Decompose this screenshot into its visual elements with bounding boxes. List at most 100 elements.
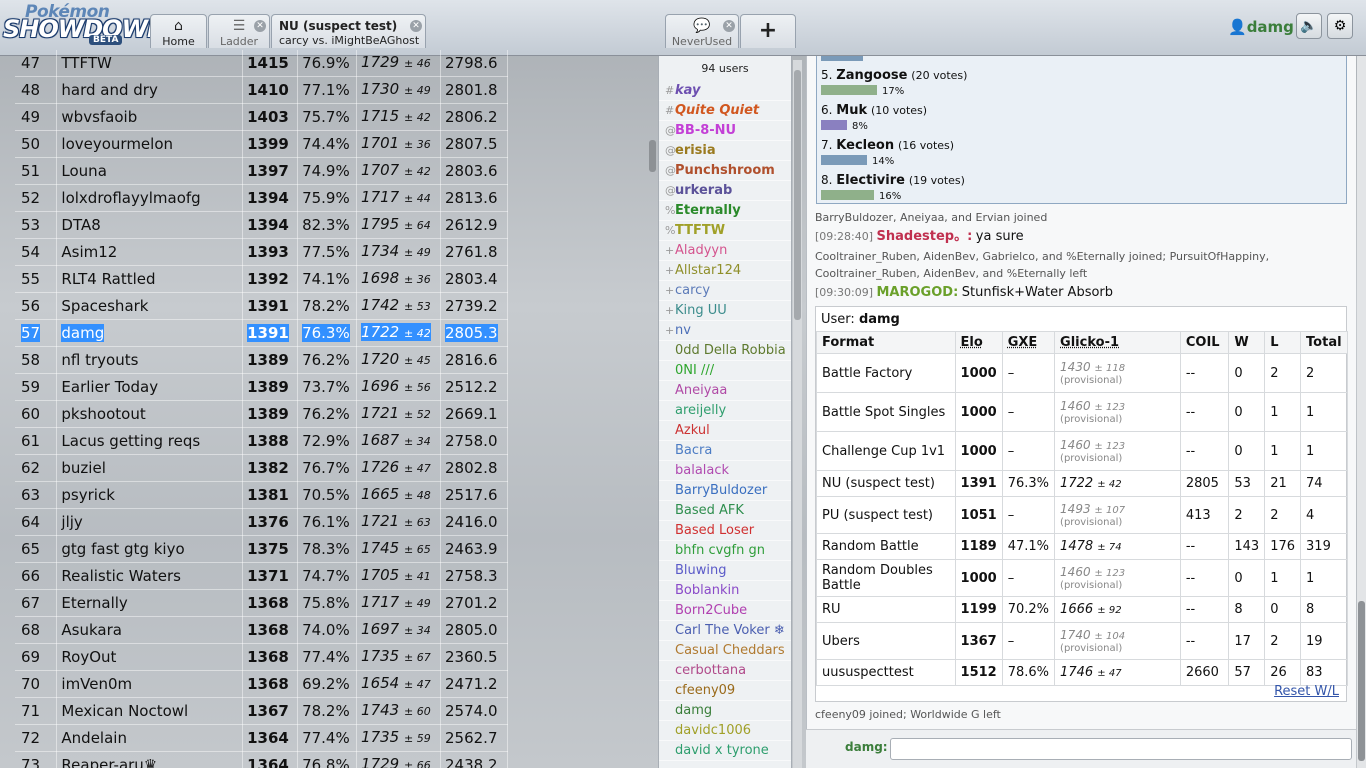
sound-button[interactable]: 🔈: [1296, 13, 1322, 39]
ladder-row[interactable]: 64 jljy 1376 76.1% 1721 ± 63 2416.0: [15, 508, 508, 536]
user-menu[interactable]: 👤damg: [1228, 18, 1294, 36]
userlist-item[interactable]: %TTFTW: [659, 221, 791, 241]
userlist-item[interactable]: davidc1006: [659, 721, 791, 741]
userlist-item[interactable]: areijelly: [659, 401, 791, 421]
glicko-value: 1707: [361, 161, 400, 179]
close-icon[interactable]: ✕: [254, 20, 266, 32]
userlist-item[interactable]: damg: [659, 701, 791, 721]
ladder-row[interactable]: 71 Mexican Noctowl 1367 78.2% 1743 ± 60 2574.…: [15, 697, 508, 725]
ladder-row[interactable]: 70 imVen0m 1368 69.2% 1654 ± 47 2471.2: [15, 670, 508, 698]
ladder-row[interactable]: 57 damg 1391 76.3% 1722 ± 42 2805.3: [15, 319, 508, 347]
userlist-item[interactable]: @BB-8-NU: [659, 121, 791, 141]
ladder-row[interactable]: 63 psyrick 1381 70.5% 1665 ± 48 2517.6: [15, 481, 508, 509]
chat-input[interactable]: [890, 738, 1352, 760]
stats-gxe: 70.2%: [1001, 596, 1056, 623]
tab-neverused[interactable]: 💬 NeverUsed ✕: [665, 14, 739, 48]
userlist-item[interactable]: Casual Cheddars: [659, 641, 791, 661]
close-icon[interactable]: ✕: [410, 20, 422, 32]
userlist-item[interactable]: david x tyrone: [659, 741, 791, 761]
join-notice: BarryBuldozer, Aneiyaa, and Ervian joine…: [815, 211, 1048, 224]
ladder-row[interactable]: 68 Asukara 1368 74.0% 1697 ± 34 2805.0: [15, 616, 508, 644]
ladder-row[interactable]: 65 gtg fast gtg kiyo 1375 78.3% 1745 ± 65 246…: [15, 535, 508, 563]
ladder-row[interactable]: 53 DTA8 1394 82.3% 1795 ± 64 2612.9: [15, 211, 508, 239]
ladder-row[interactable]: 60 pkshootout 1389 76.2% 1721 ± 52 2669.1: [15, 400, 508, 428]
chat-username[interactable]: Shadestep。:: [877, 229, 973, 244]
stats-elo: 1367: [954, 622, 1003, 660]
ladder-row[interactable]: 67 Eternally 1368 75.8% 1717 ± 49 2701.2: [15, 589, 508, 617]
ladder-rank: 53: [15, 211, 58, 239]
userlist-item[interactable]: #Quite Quiet: [659, 101, 791, 121]
ladder-row[interactable]: 62 buziel 1382 76.7% 1726 ± 47 2802.8: [15, 454, 508, 482]
ladder-row[interactable]: 58 nfl tryouts 1389 76.2% 1720 ± 45 2816.6: [15, 346, 508, 374]
userlist-item[interactable]: +Aladyyn: [659, 241, 791, 261]
ladder-row[interactable]: 49 wbvsfaoib 1403 75.7% 1715 ± 42 2806.2: [15, 103, 508, 131]
userlist-item[interactable]: Boblankin: [659, 581, 791, 601]
userlist-item[interactable]: Based AFK: [659, 501, 791, 521]
ladder-row[interactable]: 56 Spaceshark 1391 78.2% 1742 ± 53 2739.2: [15, 292, 508, 320]
userlist-item[interactable]: +nv: [659, 321, 791, 341]
reset-wl-link[interactable]: Reset W/L: [1274, 684, 1339, 699]
ladder-row[interactable]: 72 Andelain 1364 77.4% 1735 ± 59 2562.7: [15, 724, 508, 752]
userlist-item[interactable]: BarryBuldozer: [659, 481, 791, 501]
ladder-row[interactable]: 52 lolxdroflayylmaofg 1394 75.9% 1717 ± 44 28…: [15, 184, 508, 212]
ladder-row[interactable]: 66 Realistic Waters 1371 74.7% 1705 ± 41 2758…: [15, 562, 508, 590]
userlist-item[interactable]: Based Loser: [659, 521, 791, 541]
tab-home[interactable]: ⌂ Home: [150, 14, 207, 48]
glicko-value: 1687: [361, 431, 400, 449]
glicko-value: 1460: [1060, 437, 1091, 452]
ladder-coil: 2813.6: [440, 184, 508, 212]
userlist-item[interactable]: 0NI ///: [659, 361, 791, 381]
userlist-item[interactable]: @erisia: [659, 141, 791, 161]
ladder-row[interactable]: 51 Louna 1397 74.9% 1707 ± 42 2803.6: [15, 157, 508, 185]
userlist-item[interactable]: Bacra: [659, 441, 791, 461]
ladder-scrollbar[interactable]: [649, 140, 656, 172]
ladder-gxe: 74.4%: [297, 130, 358, 158]
userlist-item[interactable]: 0dd Della Robbia: [659, 341, 791, 361]
userlist-item[interactable]: Azkul: [659, 421, 791, 441]
ladder-elo: 1375: [242, 535, 299, 563]
glicko-deviation: ± 65: [404, 543, 431, 556]
tab-ladder[interactable]: ☰ Ladder ✕: [208, 14, 270, 48]
ladder-row[interactable]: 55 RLT4 Rattled 1392 74.1% 1698 ± 36 2803.4: [15, 265, 508, 293]
userlist-item[interactable]: @urkerab: [659, 181, 791, 201]
ladder-row[interactable]: 61 Lacus getting reqs 1388 72.9% 1687 ± 34 27…: [15, 427, 508, 455]
userlist-item[interactable]: bhfn cvgfn gn: [659, 541, 791, 561]
userlist-item[interactable]: Born2Cube: [659, 601, 791, 621]
new-tab-button[interactable]: +: [740, 14, 796, 48]
userlist-item[interactable]: +carcy: [659, 281, 791, 301]
ladder-row[interactable]: 59 Earlier Today 1389 73.7% 1696 ± 56 2512.2: [15, 373, 508, 401]
ladder-glicko: 1720 ± 45: [356, 346, 441, 374]
userlist-item[interactable]: +King UU: [659, 301, 791, 321]
userlist-item[interactable]: balalack: [659, 461, 791, 481]
userlist-item[interactable]: cerbottana: [659, 661, 791, 681]
chat-scroll-thumb[interactable]: [1358, 601, 1365, 761]
ladder-row[interactable]: 47 TTFTW 1415 76.9% 1729 ± 46 2798.6: [15, 50, 508, 77]
userlist-item[interactable]: +Allstar124: [659, 261, 791, 281]
ladder-coil: 2805.3: [440, 319, 508, 347]
ladder-elo: 1382: [242, 454, 299, 482]
options-button[interactable]: ⚙: [1327, 13, 1353, 39]
logo[interactable]: Pokémon SHOWDOWN! BETA: [3, 2, 177, 46]
tab-battle[interactable]: NU (suspect test) carcy vs. iMightBeAGho…: [271, 14, 426, 48]
chat-scrollbar[interactable]: [1357, 56, 1366, 768]
chat-username[interactable]: MAROGOD:: [877, 285, 959, 300]
userlist-item[interactable]: Carl The Voker ❄: [659, 621, 791, 641]
ladder-row[interactable]: 50 loveyourmelon 1399 74.4% 1701 ± 36 2807.5: [15, 130, 508, 158]
glicko-value: 1746: [1060, 665, 1094, 680]
userlist-item[interactable]: @Punchshroom: [659, 161, 791, 181]
userlist-scrollbar[interactable]: [793, 60, 802, 768]
stats-row: Challenge Cup 1v1 1000–1460 ± 123 (provisi…: [816, 431, 1348, 471]
ladder-player-name: Earlier Today: [56, 373, 244, 401]
userlist-item[interactable]: Aneiyaa: [659, 381, 791, 401]
userlist-item[interactable]: cfeeny09: [659, 681, 791, 701]
userlist-item[interactable]: Bluwing: [659, 561, 791, 581]
close-icon[interactable]: ✕: [723, 20, 735, 32]
ladder-row[interactable]: 48 hard and dry 1410 77.1% 1730 ± 49 2801.8: [15, 76, 508, 104]
ladder-row[interactable]: 69 RoyOut 1368 77.4% 1735 ± 67 2360.5: [15, 643, 508, 671]
userlist-item[interactable]: #kay: [659, 81, 791, 101]
userlist-scroll-thumb[interactable]: [794, 70, 801, 320]
stats-elo: 1512: [954, 659, 1003, 686]
ladder-row[interactable]: 73 Reaper-aru♛ 1364 76.8% 1729 ± 66 2438.2: [15, 751, 508, 768]
ladder-row[interactable]: 54 Asim12 1393 77.5% 1734 ± 49 2761.8: [15, 238, 508, 266]
userlist-item[interactable]: %Eternally: [659, 201, 791, 221]
